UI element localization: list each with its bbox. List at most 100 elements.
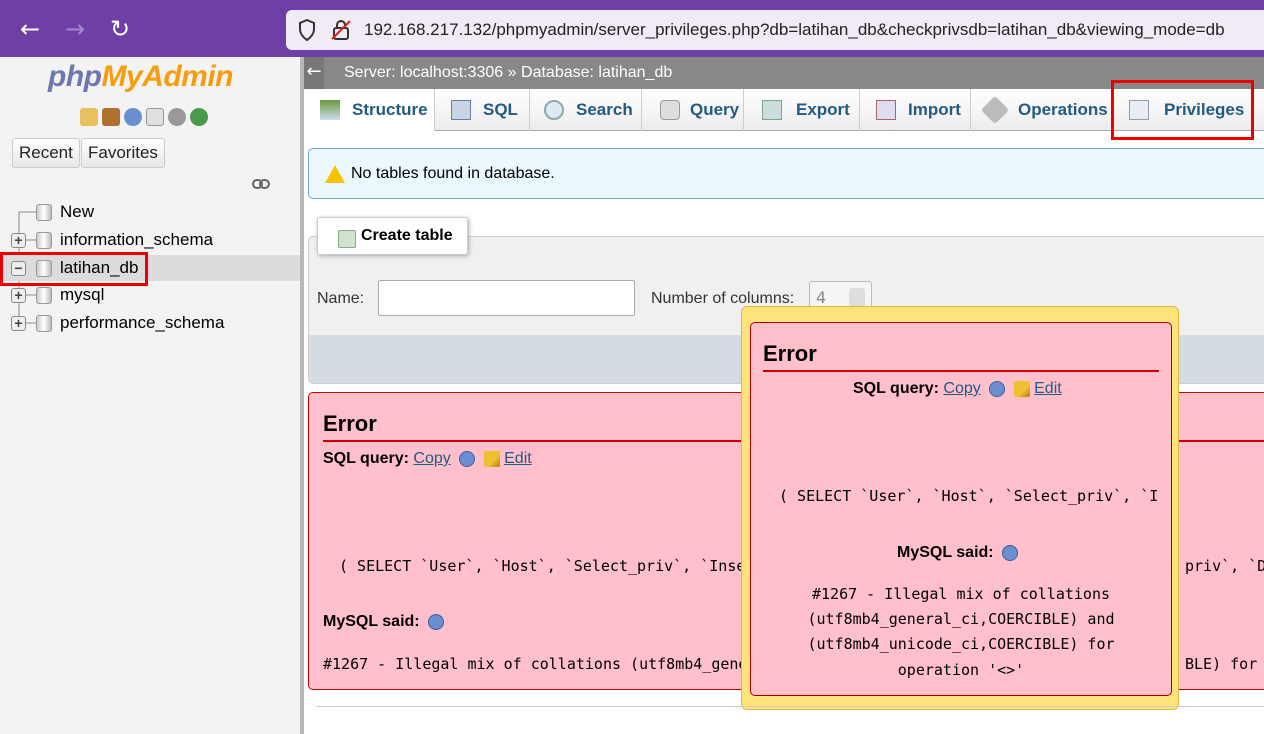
sql-query-label: SQL query: <box>323 450 409 467</box>
breadcrumb-separator: » <box>507 64 517 81</box>
error-message-tail: BLE) for o <box>1185 655 1258 673</box>
warning-icon <box>325 165 345 183</box>
import-icon <box>876 100 896 120</box>
pencil-icon[interactable] <box>483 450 500 467</box>
popup-error-title: Error <box>763 341 817 366</box>
tree-item-performance-schema[interactable]: + performance_schema <box>0 310 300 336</box>
browser-back-button[interactable]: ← <box>15 14 45 44</box>
link-with-main-panel-icon[interactable] <box>252 178 270 190</box>
breadcrumb-server[interactable]: Server: localhost:3306 <box>344 64 503 81</box>
database-icon <box>36 232 52 249</box>
tab-query[interactable]: Query <box>642 89 744 131</box>
address-bar[interactable]: 192.168.217.132/phpmyadmin/server_privil… <box>286 10 1264 50</box>
copy-link[interactable]: Copy <box>413 450 450 467</box>
search-icon <box>544 100 564 120</box>
operations-icon <box>980 95 1010 125</box>
logo-myadmin: MyAdmin <box>101 60 233 93</box>
create-table-title: Create table <box>361 227 453 244</box>
tab-privileges[interactable]: Privileges <box>1113 89 1254 131</box>
copy-link[interactable]: Copy <box>943 380 980 397</box>
sql-query-label: SQL query: <box>853 380 939 397</box>
home-icon[interactable] <box>80 108 98 126</box>
mysql-said-text: MySQL said: <box>323 613 420 630</box>
tab-label: Operations <box>1018 100 1108 119</box>
expand-icon[interactable]: + <box>11 233 26 248</box>
tree-item-label: information_schema <box>60 230 214 249</box>
phpmyadmin-logo[interactable]: phpMyAdmin <box>48 60 233 94</box>
privileges-icon <box>1129 100 1149 120</box>
name-label: Name: <box>317 290 365 307</box>
help-icon[interactable] <box>428 613 445 630</box>
help-icon[interactable] <box>124 108 142 126</box>
database-icon <box>36 315 52 332</box>
gear-icon[interactable] <box>168 108 186 126</box>
mysql-said-text: MySQL said: <box>897 544 994 561</box>
tree-item-label: latihan_db <box>60 258 139 277</box>
error-message: #1267 - Illegal mix of collations (utf8m… <box>323 655 748 673</box>
popup-sql-query-text: ( SELECT `User`, `Host`, `Select_priv`, … <box>779 487 1159 505</box>
collapse-sidebar-button[interactable]: ← <box>304 57 324 89</box>
error-popup[interactable]: Error SQL query: Copy Edit ( SELECT `Use… <box>741 306 1179 710</box>
help-icon[interactable] <box>1002 544 1019 561</box>
tab-structure[interactable]: Structure <box>308 89 435 131</box>
popup-mysql-said-label: MySQL said: <box>897 544 1022 562</box>
tree-item-information-schema[interactable]: + information_schema <box>0 227 300 253</box>
tab-export[interactable]: Export <box>744 89 860 131</box>
popup-error-line-4: operation '<>' <box>897 661 1025 679</box>
tree-item-latihan-db[interactable]: − latihan_db <box>0 255 300 281</box>
sidebar-resizer[interactable] <box>300 57 304 734</box>
edit-link[interactable]: Edit <box>1034 380 1062 397</box>
content-divider <box>316 706 1264 707</box>
breadcrumb-database[interactable]: Database: latihan_db <box>521 64 672 81</box>
structure-icon <box>320 100 340 120</box>
tab-label: Query <box>690 100 740 119</box>
reload-icon[interactable] <box>190 108 208 126</box>
browser-toolbar: ← → ↻ 192.168.217.132/phpmyadmin/server_… <box>0 0 1264 57</box>
expand-icon[interactable]: + <box>11 316 26 331</box>
main-tab-bar: Structure SQL Search Query Export Import… <box>308 89 1264 131</box>
tab-label: Privileges <box>1164 100 1245 119</box>
table-name-input[interactable] <box>378 280 635 316</box>
browser-forward-button[interactable]: → <box>60 14 90 44</box>
tab-label: Import <box>908 100 961 119</box>
mysql-said-label: MySQL said: <box>323 613 448 631</box>
help-icon[interactable] <box>989 380 1006 397</box>
database-icon <box>36 260 52 277</box>
tab-search[interactable]: Search <box>530 89 642 131</box>
collapse-icon[interactable]: − <box>11 261 26 276</box>
browser-reload-button[interactable]: ↻ <box>105 14 135 44</box>
favorite-tables-button[interactable]: Favorites <box>81 138 165 168</box>
breadcrumb: Server: localhost:3306 » Database: latih… <box>344 64 672 82</box>
shield-icon[interactable] <box>298 19 316 41</box>
logo-php: php <box>48 60 102 93</box>
breadcrumb-bar: ← Server: localhost:3306 » Database: lat… <box>304 57 1264 89</box>
insecure-lock-icon[interactable] <box>330 19 352 41</box>
tab-operations[interactable]: Operations <box>971 89 1113 131</box>
tab-import[interactable]: Import <box>860 89 971 131</box>
tree-item-mysql[interactable]: + mysql <box>0 282 300 308</box>
sidebar-icon-row <box>80 108 212 128</box>
columns-value: 4 <box>816 288 827 307</box>
notice-box: No tables found in database. <box>308 148 1264 199</box>
tree-item-new[interactable]: New <box>0 199 300 225</box>
popup-error-divider <box>763 370 1159 372</box>
recent-tables-button[interactable]: Recent <box>12 138 80 168</box>
pencil-icon[interactable] <box>1013 380 1030 397</box>
sql-query-text: ( SELECT `User`, `Host`, `Select_priv`, … <box>339 557 746 575</box>
help-icon[interactable] <box>459 450 476 467</box>
query-icon <box>660 100 680 120</box>
popup-error-line-1: #1267 - Illegal mix of collations <box>811 585 1110 603</box>
exit-icon[interactable] <box>102 108 120 126</box>
popup-error-box: Error SQL query: Copy Edit ( SELECT `Use… <box>750 322 1172 696</box>
notice-text: No tables found in database. <box>351 165 555 182</box>
spin-icon[interactable] <box>849 288 865 308</box>
edit-link[interactable]: Edit <box>504 450 532 467</box>
tab-sql[interactable]: SQL <box>435 89 530 131</box>
popup-error-line-3: (utf8mb4_unicode_ci,COERCIBLE) for <box>807 635 1115 653</box>
tab-label: Structure <box>352 100 428 119</box>
expand-icon[interactable]: + <box>11 288 26 303</box>
popup-error-line-2: (utf8mb4_general_ci,COERCIBLE) and <box>807 610 1115 628</box>
docs-icon[interactable] <box>146 108 164 126</box>
sql-query-text-tail: priv`, `Dr <box>1185 557 1264 575</box>
error-title: Error <box>323 411 377 436</box>
